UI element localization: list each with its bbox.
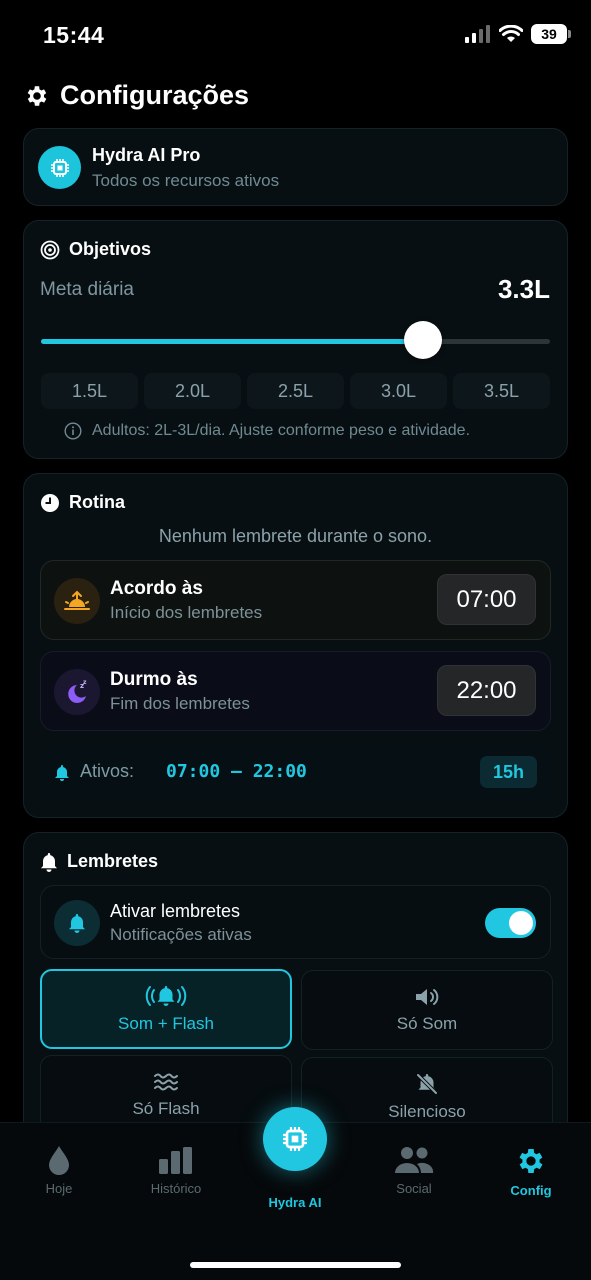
speaker-icon	[416, 989, 439, 1005]
pro-subtitle: Todos os recursos ativos	[92, 171, 280, 190]
sleep-subtitle: Fim dos lembretes	[110, 694, 250, 713]
active-label: Ativos:	[80, 761, 135, 781]
sleep-time-picker[interactable]: 22:00	[437, 665, 536, 716]
reminders-toggle-title: Ativar lembretes	[110, 901, 241, 921]
preset-button[interactable]: 3.0L	[350, 373, 447, 409]
active-range: 07:00 — 22:00	[166, 761, 307, 782]
tab-label: Hydra AI	[268, 1195, 322, 1210]
svg-text:z: z	[83, 679, 87, 686]
bar-chart-icon	[159, 1147, 192, 1174]
users-icon	[395, 1147, 434, 1173]
clock-icon	[41, 493, 59, 512]
reminders-title: Lembretes	[67, 851, 159, 871]
bell-icon	[41, 852, 57, 872]
bell-icon	[55, 765, 69, 781]
goal-hint-text: Adultos: 2L-3L/dia. Ajuste conforme peso…	[92, 422, 471, 439]
sunrise-icon	[54, 578, 100, 624]
tab-bar: Hoje Histórico Hydra AI Social Config	[0, 1107, 591, 1280]
daily-goal-label: Meta diária	[40, 279, 134, 300]
gear-icon	[27, 85, 47, 106]
bell-slash-icon	[416, 1073, 438, 1095]
sleep-time-row[interactable]: z z Durmo às Fim dos lembretes 22:00	[40, 651, 551, 731]
mode-label: Som + Flash	[118, 1014, 214, 1033]
active-hours-bar: Ativos: 07:00 — 22:00 15h	[40, 742, 551, 802]
page-title-text: Configurações	[60, 80, 250, 110]
tab-config[interactable]: Config	[486, 1145, 576, 1198]
mode-label: Só Som	[396, 1014, 458, 1033]
wake-time-row[interactable]: Acordo às Início dos lembretes 07:00	[40, 560, 551, 640]
tab-label: Config	[510, 1183, 552, 1198]
goal-slider-fill	[41, 339, 423, 344]
goal-presets: 1.5L 2.0L 2.5L 3.0L 3.5L	[41, 373, 550, 409]
page-title: Configurações	[24, 80, 249, 111]
wifi-icon	[499, 25, 523, 42]
wake-time-picker[interactable]: 07:00	[437, 574, 536, 625]
pro-card[interactable]: Hydra AI Pro Todos os recursos ativos	[23, 128, 568, 206]
wake-subtitle: Início dos lembretes	[110, 603, 263, 622]
reminders-header: Lembretes	[40, 851, 158, 872]
goal-slider-thumb[interactable]	[403, 321, 442, 359]
water-drop-icon	[49, 1146, 69, 1175]
pro-name: Hydra AI Pro	[92, 145, 201, 165]
target-icon	[40, 240, 60, 259]
status-icons: 39	[465, 24, 571, 44]
preset-button[interactable]: 2.5L	[247, 373, 344, 409]
info-icon	[64, 422, 82, 440]
chip-icon	[38, 146, 81, 189]
cellular-signal-icon	[465, 25, 490, 43]
mode-sound-only-button[interactable]: Só Som	[301, 970, 553, 1050]
goals-card: Objetivos Meta diária 3.3L 1.5L 2.0L 2.5…	[23, 220, 568, 459]
reminders-card: Lembretes Ativar lembretes Notificações …	[23, 832, 568, 1152]
routine-note: Nenhum lembrete durante o sono.	[158, 526, 433, 546]
mode-label: Silencioso	[388, 1102, 466, 1121]
preset-button[interactable]: 3.5L	[453, 373, 550, 409]
active-hours-badge: 15h	[480, 756, 537, 788]
bell-icon	[54, 900, 100, 946]
tab-hydra-ai-button[interactable]	[263, 1107, 327, 1171]
moon-sleep-icon: z z	[54, 669, 100, 715]
goals-title: Objetivos	[69, 239, 152, 259]
tab-label: Histórico	[150, 1181, 202, 1196]
tab-label: Social	[396, 1181, 432, 1196]
mode-sound-flash-button[interactable]: Som + Flash	[40, 969, 292, 1049]
sleep-title: Durmo às	[110, 669, 198, 690]
reminders-toggle-row[interactable]: Ativar lembretes Notificações ativas	[40, 885, 551, 959]
reminders-switch[interactable]	[485, 908, 536, 938]
preset-button[interactable]: 2.0L	[144, 373, 241, 409]
goal-hint: Adultos: 2L-3L/dia. Ajuste conforme peso…	[64, 422, 470, 440]
routine-title: Rotina	[69, 492, 125, 512]
waves-icon	[154, 1073, 178, 1091]
reminders-toggle-subtitle: Notificações ativas	[110, 925, 252, 944]
routine-card: Rotina Nenhum lembrete durante o sono. A…	[23, 473, 568, 818]
tab-today[interactable]: Hoje	[14, 1145, 104, 1196]
status-time: 15:44	[43, 22, 105, 48]
mode-label: Só Flash	[132, 1099, 200, 1118]
battery-icon: 39	[531, 24, 571, 44]
goals-header: Objetivos	[40, 239, 151, 260]
preset-button[interactable]: 1.5L	[41, 373, 138, 409]
bell-ringing-icon	[145, 986, 187, 1006]
tab-social[interactable]: Social	[369, 1145, 459, 1196]
chip-icon	[283, 1127, 307, 1151]
tab-label: Hoje	[45, 1181, 73, 1196]
gear-icon	[519, 1149, 543, 1173]
routine-header: Rotina	[40, 492, 125, 513]
daily-goal-value: 3.3L	[497, 274, 550, 304]
wake-title: Acordo às	[110, 578, 203, 599]
home-indicator	[190, 1262, 401, 1268]
tab-history[interactable]: Histórico	[131, 1145, 221, 1196]
